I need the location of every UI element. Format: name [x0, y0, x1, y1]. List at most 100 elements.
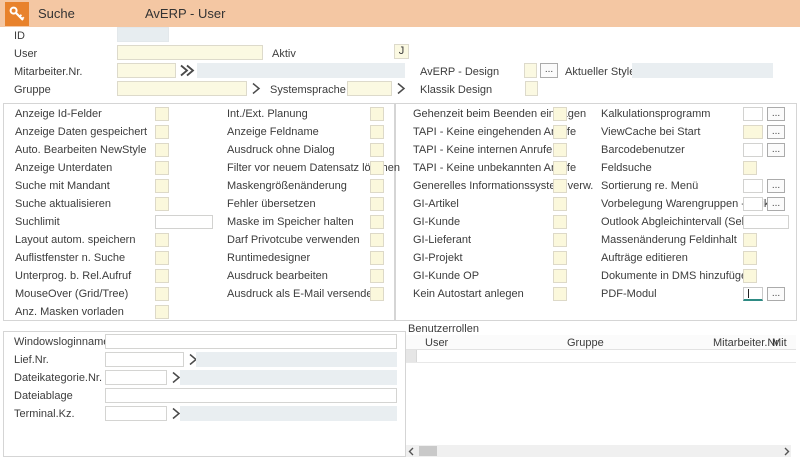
- option-checkbox[interactable]: [155, 287, 169, 301]
- row-selector-gutter[interactable]: [406, 350, 417, 362]
- lookup-browse-button[interactable]: ...: [767, 107, 785, 121]
- option-checkbox[interactable]: [155, 125, 169, 139]
- option-checkbox[interactable]: [553, 107, 567, 121]
- column-header-user[interactable]: User: [425, 337, 448, 349]
- option-lookup-input[interactable]: [743, 107, 763, 121]
- mitarbeiter-nr-input[interactable]: [117, 63, 176, 78]
- bottom-field-input[interactable]: [105, 352, 184, 367]
- aktueller-style-label: Aktueller Style: [565, 66, 635, 78]
- option-text-input[interactable]: [743, 215, 789, 229]
- lookup-browse-button[interactable]: ...: [767, 143, 785, 157]
- bottom-field-label: Dateiablage: [14, 390, 73, 402]
- option-checkbox[interactable]: [553, 161, 567, 175]
- option-row: TAPI - Keine unbekannten Anrufe: [413, 159, 569, 177]
- option-lookup-input[interactable]: [743, 197, 763, 211]
- option-row: Unterprog. b. Rel.Aufruf: [15, 267, 230, 285]
- option-checkbox[interactable]: [155, 233, 169, 247]
- option-lookup-input[interactable]: [743, 125, 763, 139]
- systemsprache-input[interactable]: [347, 81, 392, 96]
- option-lookup-input[interactable]: [743, 179, 763, 193]
- option-checkbox[interactable]: [370, 233, 384, 247]
- option-checkbox[interactable]: [370, 215, 384, 229]
- option-checkbox[interactable]: [370, 197, 384, 211]
- option-row: Suche mit Mandant: [15, 177, 230, 195]
- option-checkbox[interactable]: [370, 179, 384, 193]
- option-checkbox[interactable]: [155, 197, 169, 211]
- option-checkbox[interactable]: [155, 305, 169, 319]
- option-checkbox[interactable]: [155, 251, 169, 265]
- systemsprache-chevron-icon[interactable]: [395, 81, 407, 96]
- bottom-field-input[interactable]: [105, 388, 397, 403]
- window-title: AvERP - User: [145, 0, 225, 27]
- option-checkbox[interactable]: [553, 233, 567, 247]
- gruppe-chevron-icon[interactable]: [250, 81, 262, 96]
- option-row: Anzeige Feldname: [227, 123, 387, 141]
- averp-design-browse-button[interactable]: ...: [540, 63, 558, 78]
- bottom-field-input[interactable]: [105, 334, 397, 349]
- lookup-browse-button[interactable]: ...: [767, 179, 785, 193]
- option-label: MouseOver (Grid/Tree): [15, 288, 128, 300]
- option-checkbox[interactable]: [370, 269, 384, 283]
- option-checkbox[interactable]: [743, 161, 757, 175]
- option-checkbox[interactable]: [155, 161, 169, 175]
- scrollbar-thumb[interactable]: [419, 446, 437, 456]
- option-label: Suchlimit: [15, 216, 60, 228]
- option-checkbox[interactable]: [370, 125, 384, 139]
- option-row: Auto. Bearbeiten NewStyle: [15, 141, 230, 159]
- bottom-field-input[interactable]: [105, 406, 167, 421]
- option-row: Anz. Masken vorladen: [15, 303, 230, 321]
- option-checkbox[interactable]: [553, 251, 567, 265]
- option-checkbox[interactable]: [155, 107, 169, 121]
- search-key-button[interactable]: [5, 2, 29, 26]
- bottom-field-input[interactable]: [105, 370, 167, 385]
- option-checkbox[interactable]: [553, 197, 567, 211]
- option-checkbox[interactable]: [370, 161, 384, 175]
- option-checkbox[interactable]: [370, 107, 384, 121]
- option-label: Auflistfenster n. Suche: [15, 252, 125, 264]
- option-label: Maskengrößenänderung: [227, 180, 347, 192]
- option-checkbox[interactable]: [743, 233, 757, 247]
- option-label: GI-Artikel: [413, 198, 459, 210]
- option-checkbox[interactable]: [553, 215, 567, 229]
- search-tab-label[interactable]: Suche: [38, 0, 75, 27]
- option-checkbox[interactable]: [155, 143, 169, 157]
- option-checkbox[interactable]: [155, 269, 169, 283]
- table-row[interactable]: [406, 350, 796, 363]
- option-checkbox[interactable]: [155, 179, 169, 193]
- option-label: GI-Projekt: [413, 252, 463, 264]
- option-row: Fehler übersetzen: [227, 195, 387, 213]
- option-checkbox[interactable]: [743, 251, 757, 265]
- option-row: GI-Lieferant: [413, 231, 569, 249]
- option-lookup-input-focused[interactable]: [743, 287, 763, 301]
- option-text-input[interactable]: [155, 215, 213, 229]
- option-checkbox[interactable]: [553, 125, 567, 139]
- averp-design-input[interactable]: [524, 63, 537, 78]
- gruppe-input[interactable]: [117, 81, 247, 96]
- option-checkbox[interactable]: [370, 143, 384, 157]
- lookup-browse-button[interactable]: ...: [767, 287, 785, 301]
- double-chevron-icon[interactable]: [178, 63, 196, 78]
- option-checkbox[interactable]: [370, 287, 384, 301]
- option-checkbox[interactable]: [743, 269, 757, 283]
- option-lookup-input[interactable]: [743, 143, 763, 157]
- option-row: GI-Kunde: [413, 213, 569, 231]
- aktiv-input[interactable]: J: [394, 44, 409, 59]
- column-header-gruppe[interactable]: Gruppe: [567, 337, 604, 349]
- option-row: TAPI - Keine internen Anrufe: [413, 141, 569, 159]
- benutzerrollen-title: Benutzerrollen: [408, 323, 479, 335]
- horizontal-scrollbar[interactable]: [406, 445, 791, 457]
- klassik-design-input[interactable]: [525, 81, 538, 96]
- option-label: TAPI - Keine unbekannten Anrufe: [413, 162, 576, 174]
- lookup-browse-button[interactable]: ...: [767, 197, 785, 211]
- column-header-mit[interactable]: Mit: [772, 337, 787, 349]
- scroll-right-icon[interactable]: [781, 445, 791, 457]
- user-input[interactable]: [117, 45, 263, 60]
- lookup-browse-button[interactable]: ...: [767, 125, 785, 139]
- option-checkbox[interactable]: [553, 287, 567, 301]
- option-checkbox[interactable]: [553, 179, 567, 193]
- option-checkbox[interactable]: [553, 269, 567, 283]
- option-checkbox[interactable]: [370, 251, 384, 265]
- scroll-left-icon[interactable]: [406, 445, 416, 457]
- option-label: Anzeige Feldname: [227, 126, 319, 138]
- option-checkbox[interactable]: [553, 143, 567, 157]
